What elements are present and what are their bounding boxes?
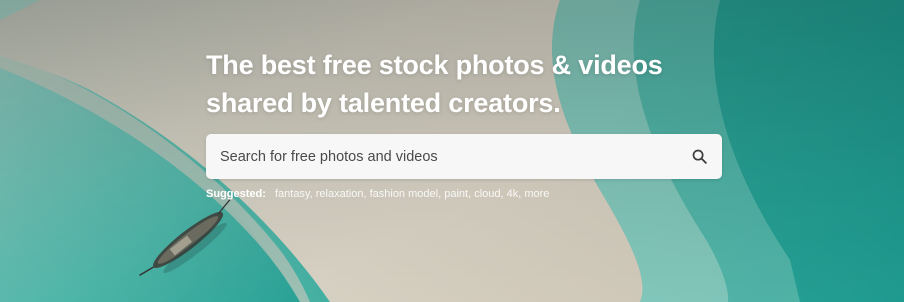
suggested-link-relaxation[interactable]: relaxation: [316, 188, 364, 200]
search-input[interactable]: [206, 134, 676, 179]
suggested-label: Suggested:: [206, 188, 266, 200]
search-button[interactable]: [684, 141, 714, 171]
suggested-searches: Suggested: fantasy, relaxation, fashion …: [206, 187, 726, 201]
suggested-link-fashion-model[interactable]: fashion model: [370, 188, 439, 200]
suggested-link-paint[interactable]: paint: [444, 188, 468, 200]
suggested-link-fantasy[interactable]: fantasy: [275, 188, 310, 200]
search-bar: [206, 134, 722, 179]
search-icon: [692, 149, 707, 164]
hero-content: The best free stock photos & videos shar…: [206, 46, 726, 200]
suggested-link-cloud[interactable]: cloud: [474, 188, 500, 200]
hero-section: The best free stock photos & videos shar…: [0, 0, 904, 302]
hero-title-line-2: shared by talented creators.: [206, 88, 561, 118]
hero-title-line-1: The best free stock photos & videos: [206, 50, 663, 80]
suggested-link-more[interactable]: more: [524, 188, 549, 200]
suggested-link-4k[interactable]: 4k: [507, 188, 519, 200]
hero-title: The best free stock photos & videos shar…: [206, 46, 726, 122]
